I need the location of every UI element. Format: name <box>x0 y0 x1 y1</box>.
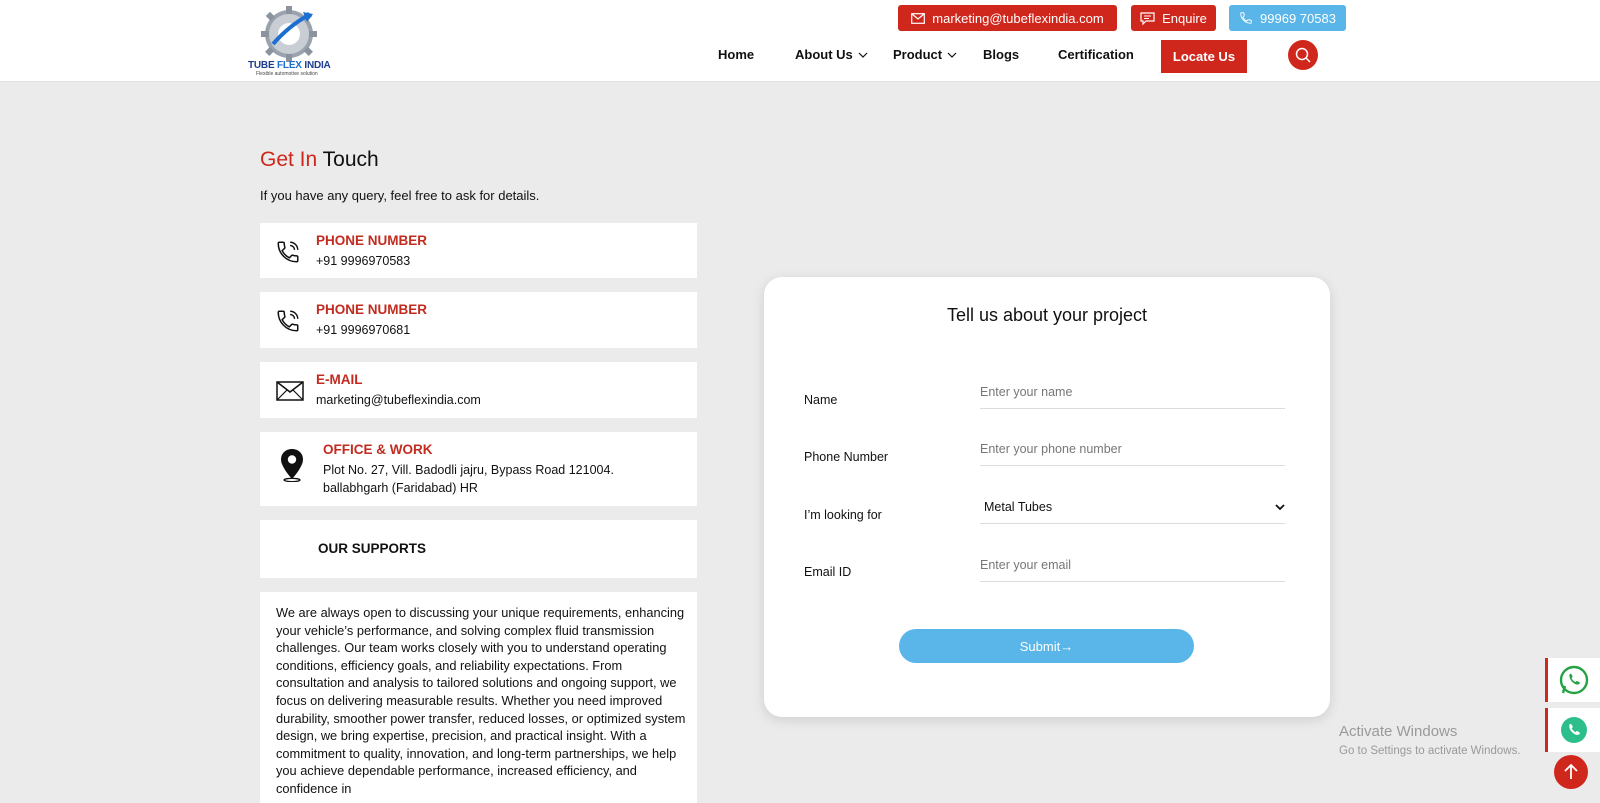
enquire-button[interactable]: Enquire <box>1131 5 1216 31</box>
card-value: +91 9996970681 <box>316 323 411 337</box>
activate-windows-title: Activate Windows <box>1339 723 1458 740</box>
whatsapp-button[interactable] <box>1545 658 1600 702</box>
nav-about-label: About Us <box>795 47 853 62</box>
looking-for-select[interactable]: Metal Tubes <box>980 490 1285 524</box>
submit-button[interactable]: Submit→ <box>899 629 1194 663</box>
mail-icon <box>276 381 304 401</box>
mail-icon <box>911 12 926 24</box>
office-address-line1: Plot No. 27, Vill. Badodli jajru, Bypass… <box>323 463 614 477</box>
email-label: Email ID <box>804 565 852 579</box>
card-value: marketing@tubeflexindia.com <box>316 393 481 407</box>
project-form: Tell us about your project Name Phone Nu… <box>764 277 1330 717</box>
nav-product[interactable]: Product <box>893 47 957 62</box>
nav-blogs[interactable]: Blogs <box>983 47 1019 62</box>
topbar-phone-label: 99969 70583 <box>1260 10 1336 26</box>
card-value: +91 9996970583 <box>316 254 411 268</box>
activate-windows-subtitle: Go to Settings to activate Windows. <box>1339 745 1521 757</box>
phone-icon <box>1240 12 1252 24</box>
supports-description: We are always open to discussing your un… <box>276 605 686 796</box>
nav-product-label: Product <box>893 47 943 62</box>
topbar-email-label: marketing@tubeflexindia.com <box>932 10 1104 26</box>
supports-description-card: We are always open to discussing your un… <box>260 592 697 803</box>
nav-home[interactable]: Home <box>718 47 754 62</box>
contact-subtitle: If you have any query, feel free to ask … <box>260 188 540 203</box>
phone-input[interactable] <box>980 432 1285 466</box>
search-icon <box>1295 47 1311 63</box>
phone-card-1: PHONE NUMBER +91 9996970583 <box>260 223 697 278</box>
chevron-down-icon <box>1275 503 1285 510</box>
card-label: PHONE NUMBER <box>316 233 428 248</box>
supports-card: OUR SUPPORTS <box>260 520 697 578</box>
chevron-down-icon <box>858 52 868 58</box>
office-card: OFFICE & WORK Plot No. 27, Vill. Badodli… <box>260 432 697 506</box>
enquire-label: Enquire <box>1162 10 1207 26</box>
scroll-to-top-button[interactable] <box>1554 755 1588 789</box>
topbar-phone-button[interactable]: 99969 70583 <box>1229 5 1346 31</box>
brand-tagline: Flexible automotive solution <box>256 71 318 77</box>
card-label: E-MAIL <box>316 372 363 387</box>
looking-for-value: Metal Tubes <box>984 499 1053 514</box>
locate-us-button[interactable]: Locate Us <box>1161 40 1247 73</box>
phone-icon <box>277 241 299 263</box>
chat-icon <box>1140 11 1155 25</box>
search-button[interactable] <box>1288 40 1318 70</box>
location-icon <box>281 449 303 482</box>
nav-certification[interactable]: Certification <box>1058 47 1134 62</box>
phone-label: Phone Number <box>804 450 889 464</box>
name-input[interactable] <box>980 375 1285 409</box>
email-card: E-MAIL marketing@tubeflexindia.com <box>260 362 697 418</box>
office-address-line2: ballabhgarh (Faridabad) HR <box>323 481 478 495</box>
call-button[interactable] <box>1545 708 1600 752</box>
phone-card-2: PHONE NUMBER +91 9996970681 <box>260 292 697 348</box>
email-input[interactable] <box>980 548 1285 582</box>
supports-label: OUR SUPPORTS <box>318 541 427 556</box>
topbar-email-button[interactable]: marketing@tubeflexindia.com <box>898 5 1117 31</box>
whatsapp-icon <box>1559 665 1589 695</box>
name-label: Name <box>804 393 838 407</box>
phone-icon <box>1561 717 1587 743</box>
card-label: PHONE NUMBER <box>316 302 428 317</box>
phone-icon <box>277 310 299 332</box>
nav-about-us[interactable]: About Us <box>795 47 868 62</box>
contact-title: Get In Touch <box>260 148 379 171</box>
arrow-up-icon <box>1564 764 1578 779</box>
form-title: Tell us about your project <box>946 305 1148 325</box>
card-label: OFFICE & WORK <box>323 442 433 457</box>
looking-for-label: I’m looking for <box>804 508 882 522</box>
site-header: TUBE FLEX INDIA Flexible automotive solu… <box>0 0 1600 82</box>
brand-name: TUBE FLEX INDIA <box>248 60 331 71</box>
chevron-down-icon <box>947 52 957 58</box>
